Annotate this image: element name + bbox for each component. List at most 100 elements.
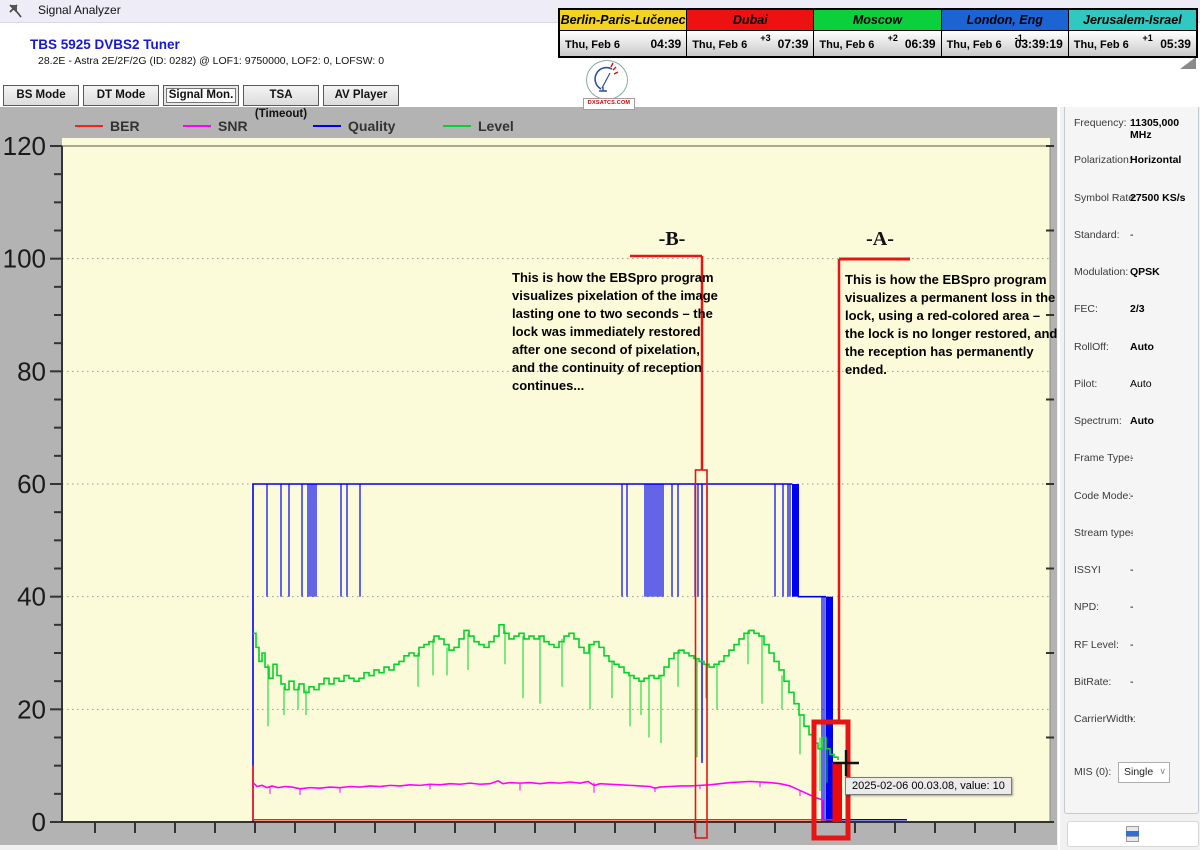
mis-row: MIS (0): Single ∨	[1060, 762, 1200, 784]
transponder-label: FEC:	[1074, 303, 1098, 315]
transponder-row: Modulation:QPSK	[1060, 266, 1200, 282]
transponder-value: 11305,000 MHz	[1130, 117, 1200, 141]
transponder-row: CarrierWidth:-	[1060, 713, 1200, 729]
clock-jerusalem-israel: Jerusalem-IsraelThu, Feb 6+105:39	[1069, 10, 1196, 56]
chart-region: 020406080100120 BER SNR Quality Level -B…	[0, 107, 1057, 845]
transponder-row: NPD: -	[1060, 601, 1200, 617]
clock-date: Thu, Feb 6	[819, 39, 874, 51]
transponder-label: Spectrum:	[1074, 415, 1122, 427]
transponder-value: QPSK	[1130, 266, 1160, 278]
clock-time: 07:39	[778, 37, 809, 51]
transponder-row: RollOff:Auto	[1060, 341, 1200, 357]
transponder-label: Frame Type:	[1074, 452, 1133, 464]
mis-dropdown[interactable]: Single ∨	[1118, 762, 1170, 783]
device-subtitle: 28.2E - Astra 2E/2F/2G (ID: 0282) @ LOF1…	[38, 55, 384, 67]
transponder-label: Modulation:	[1074, 266, 1128, 278]
logo-caption: DXSATCS.COM	[583, 98, 635, 110]
annotation-a-label: -A-	[840, 228, 920, 251]
clock-city: Moscow	[814, 10, 940, 31]
transponder-value: 2/3	[1130, 303, 1145, 315]
clock-time-cell: Thu, Feb 6-103:39:19	[942, 31, 1068, 56]
logo-oval	[586, 60, 628, 100]
svg-text:60: 60	[17, 469, 46, 499]
clock-city: Berlin-Paris-Lučenec	[560, 10, 686, 31]
clock-time-cell: Thu, Feb 6 +2 06:39	[814, 31, 940, 56]
transponder-row: Code Mode:-	[1060, 490, 1200, 506]
transponder-row: Symbol Rate:27500 KS/s	[1060, 192, 1200, 208]
clock-date: Thu, Feb 6	[692, 39, 747, 51]
transponder-value: Auto	[1130, 415, 1154, 427]
transponder-row: BitRate:-	[1060, 676, 1200, 692]
clock-moscow: Moscow Thu, Feb 6 +2 06:39	[814, 10, 941, 56]
tab-dt-mode[interactable]: DT Mode	[83, 85, 159, 106]
transponder-label: Stream type:	[1074, 527, 1134, 539]
clock-date: Thu, Feb 6	[1074, 39, 1129, 51]
transponder-panel: Transponder [DT] Frequency:11305,000 MHz…	[1058, 62, 1200, 850]
tab-av-player[interactable]: AV Player	[323, 85, 399, 106]
window-title: Signal Analyzer	[38, 3, 121, 17]
transponder-value: -	[1130, 601, 1134, 613]
resize-grip-icon[interactable]	[1180, 57, 1196, 69]
ber-line-swatch	[75, 125, 103, 127]
clock-utc-offset: +2	[888, 33, 898, 43]
transponder-label: Symbol Rate:	[1074, 192, 1137, 204]
transponder-value: -	[1130, 490, 1134, 502]
transponder-label: RF Level:	[1074, 639, 1119, 651]
svg-text:120: 120	[3, 131, 46, 161]
svg-text:20: 20	[17, 694, 46, 724]
transponder-value: -	[1130, 676, 1134, 688]
legend-ber: BER	[75, 117, 140, 135]
svg-text:80: 80	[17, 356, 46, 386]
transponder-row: Stream type:-	[1060, 527, 1200, 543]
clock-time: 04:39	[650, 37, 681, 51]
transponder-row: Polarization:Horizontal	[1060, 154, 1200, 170]
annotation-b-label: -B-	[632, 228, 712, 251]
level-line-swatch	[443, 125, 471, 127]
tab-signal-mon[interactable]: Signal Mon.	[163, 85, 239, 106]
transponder-value: -	[1130, 564, 1134, 576]
tab-bs-mode[interactable]: BS Mode	[3, 85, 79, 106]
quality-line-swatch	[313, 125, 341, 127]
chart-tooltip: 2025-02-06 00.03.08, value: 10	[845, 777, 1012, 795]
legend-quality: Quality	[313, 117, 395, 135]
clock-city: London, Eng	[942, 10, 1068, 31]
svg-text:0: 0	[32, 807, 46, 837]
clock-city: Jerusalem-Israel	[1069, 10, 1196, 31]
transponder-label: ISSYI	[1074, 564, 1101, 576]
snr-line-swatch	[183, 125, 211, 127]
transponder-row: Frequency:11305,000 MHz	[1060, 117, 1200, 133]
transponder-row: ISSYI -	[1060, 564, 1200, 580]
clock-time-cell: Thu, Feb 6+105:39	[1069, 31, 1196, 56]
transponder-value: -	[1130, 229, 1134, 241]
transponder-label: NPD:	[1074, 601, 1099, 613]
transponder-row: FEC: 2/3	[1060, 303, 1200, 319]
clock-date: Thu, Feb 6	[565, 39, 620, 51]
svg-text:100: 100	[3, 244, 46, 274]
svg-text:40: 40	[17, 582, 46, 612]
transponder-value: Auto	[1130, 378, 1152, 390]
transponder-label: CarrierWidth:	[1074, 713, 1136, 725]
clock-time-cell: Thu, Feb 6+307:39	[687, 31, 813, 56]
transponder-value: -	[1130, 452, 1134, 464]
app-icon	[8, 3, 24, 19]
transponder-value: Horizontal	[1130, 154, 1181, 166]
clock-london-eng: London, EngThu, Feb 6-103:39:19	[942, 10, 1069, 56]
transponder-row: RF Level:-	[1060, 639, 1200, 655]
clock-dubai: DubaiThu, Feb 6+307:39	[687, 10, 814, 56]
signal-chart[interactable]: 0 20 40 60 80 100 120	[0, 107, 1057, 845]
device-title: TBS 5925 DVBS2 Tuner	[30, 37, 180, 52]
transponder-label: Code Mode:	[1074, 490, 1131, 502]
world-clock-panel[interactable]: Berlin-Paris-Lučenec Thu, Feb 6 04:39 Dubai…	[558, 8, 1198, 58]
transponder-row: Spectrum: Auto	[1060, 415, 1200, 431]
clock-date: Thu, Feb 6	[947, 39, 1002, 51]
clock-time: 03:39:19	[1015, 37, 1063, 51]
transponder-label: Pilot:	[1074, 378, 1097, 390]
satellite-dish-icon	[587, 61, 627, 99]
transponder-value: Auto	[1130, 341, 1154, 353]
transponder-value: 27500 KS/s	[1130, 192, 1185, 204]
clock-time-cell: Thu, Feb 6 04:39	[560, 31, 686, 56]
tab-tsa-timeout[interactable]: TSA (Timeout)	[243, 85, 319, 106]
transport-stream-button[interactable]	[1067, 821, 1199, 847]
clock-time: 06:39	[905, 37, 936, 51]
legend-snr: SNR	[183, 117, 248, 135]
